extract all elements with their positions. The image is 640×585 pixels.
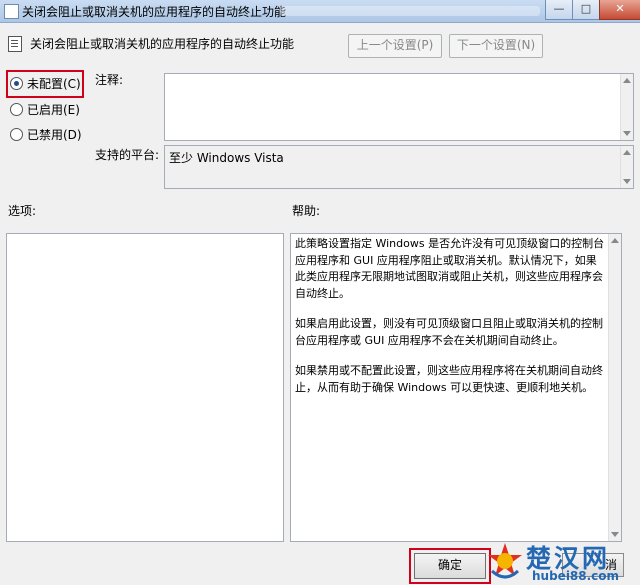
title-bar: 关闭会阻止或取消关机的应用程序的自动终止功能 — □ ✕ bbox=[0, 0, 640, 23]
radio-enabled[interactable]: 已启用(E) bbox=[10, 101, 80, 119]
previous-setting-button[interactable]: 上一个设置(P) bbox=[348, 34, 442, 58]
radio-label: 已禁用(D) bbox=[27, 128, 82, 142]
comment-label: 注释: bbox=[95, 73, 124, 87]
platform-field: 至少 Windows Vista bbox=[164, 145, 634, 189]
radio-disabled[interactable]: 已禁用(D) bbox=[10, 126, 82, 144]
options-label: 选项: bbox=[8, 204, 37, 218]
radio-not-configured[interactable]: 未配置(C) bbox=[10, 75, 81, 93]
scroll-up-icon[interactable] bbox=[623, 150, 631, 155]
watermark: 楚汉网 hubei88.com bbox=[484, 541, 640, 585]
scroll-down-icon[interactable] bbox=[623, 131, 631, 136]
policy-setting-icon bbox=[8, 36, 22, 52]
watermark-logo-icon bbox=[488, 543, 522, 579]
radio-unselected-icon bbox=[10, 103, 23, 116]
ok-button[interactable]: 确定 bbox=[414, 553, 486, 579]
help-paragraph: 如果禁用或不配置此设置，则这些应用程序将在关机期间自动终止，从而有助于确保 Wi… bbox=[295, 364, 603, 394]
help-text: 此策略设置指定 Windows 是否允许没有可见顶级窗口的控制台应用程序和 GU… bbox=[295, 236, 605, 410]
scroll-up-icon[interactable] bbox=[611, 238, 619, 243]
platform-value: 至少 Windows Vista bbox=[169, 151, 284, 165]
radio-unselected-icon bbox=[10, 128, 23, 141]
help-panel: 此策略设置指定 Windows 是否允许没有可见顶级窗口的控制台应用程序和 GU… bbox=[290, 233, 622, 542]
comment-textarea[interactable] bbox=[164, 73, 634, 141]
scroll-down-icon[interactable] bbox=[623, 179, 631, 184]
scroll-up-icon[interactable] bbox=[623, 78, 631, 83]
help-scrollbar[interactable] bbox=[608, 234, 621, 541]
maximize-button[interactable]: □ bbox=[572, 0, 600, 20]
minimize-button[interactable]: — bbox=[545, 0, 573, 20]
scroll-down-icon[interactable] bbox=[611, 532, 619, 537]
window-title: 关闭会阻止或取消关机的应用程序的自动终止功能 bbox=[22, 5, 287, 19]
help-paragraph: 如果启用此设置，则没有可见顶级窗口且阻止或取消关机的控制台应用程序或 GUI 应… bbox=[295, 317, 603, 347]
title-bar-blur bbox=[280, 6, 540, 16]
radio-label: 已启用(E) bbox=[27, 103, 80, 117]
watermark-text-en: hubei88.com bbox=[532, 569, 620, 583]
options-panel bbox=[6, 233, 284, 542]
close-button[interactable]: ✕ bbox=[599, 0, 640, 20]
radio-label: 未配置(C) bbox=[27, 77, 81, 91]
help-paragraph: 此策略设置指定 Windows 是否允许没有可见顶级窗口的控制台应用程序和 GU… bbox=[295, 237, 605, 300]
platform-label: 支持的平台: bbox=[95, 148, 160, 162]
radio-selected-icon bbox=[10, 77, 23, 90]
next-setting-button[interactable]: 下一个设置(N) bbox=[449, 34, 543, 58]
comment-scrollbar[interactable] bbox=[620, 74, 633, 140]
policy-title: 关闭会阻止或取消关机的应用程序的自动终止功能 bbox=[30, 37, 295, 51]
window-icon bbox=[4, 4, 19, 19]
help-label: 帮助: bbox=[292, 204, 321, 218]
platform-scrollbar[interactable] bbox=[620, 146, 633, 188]
